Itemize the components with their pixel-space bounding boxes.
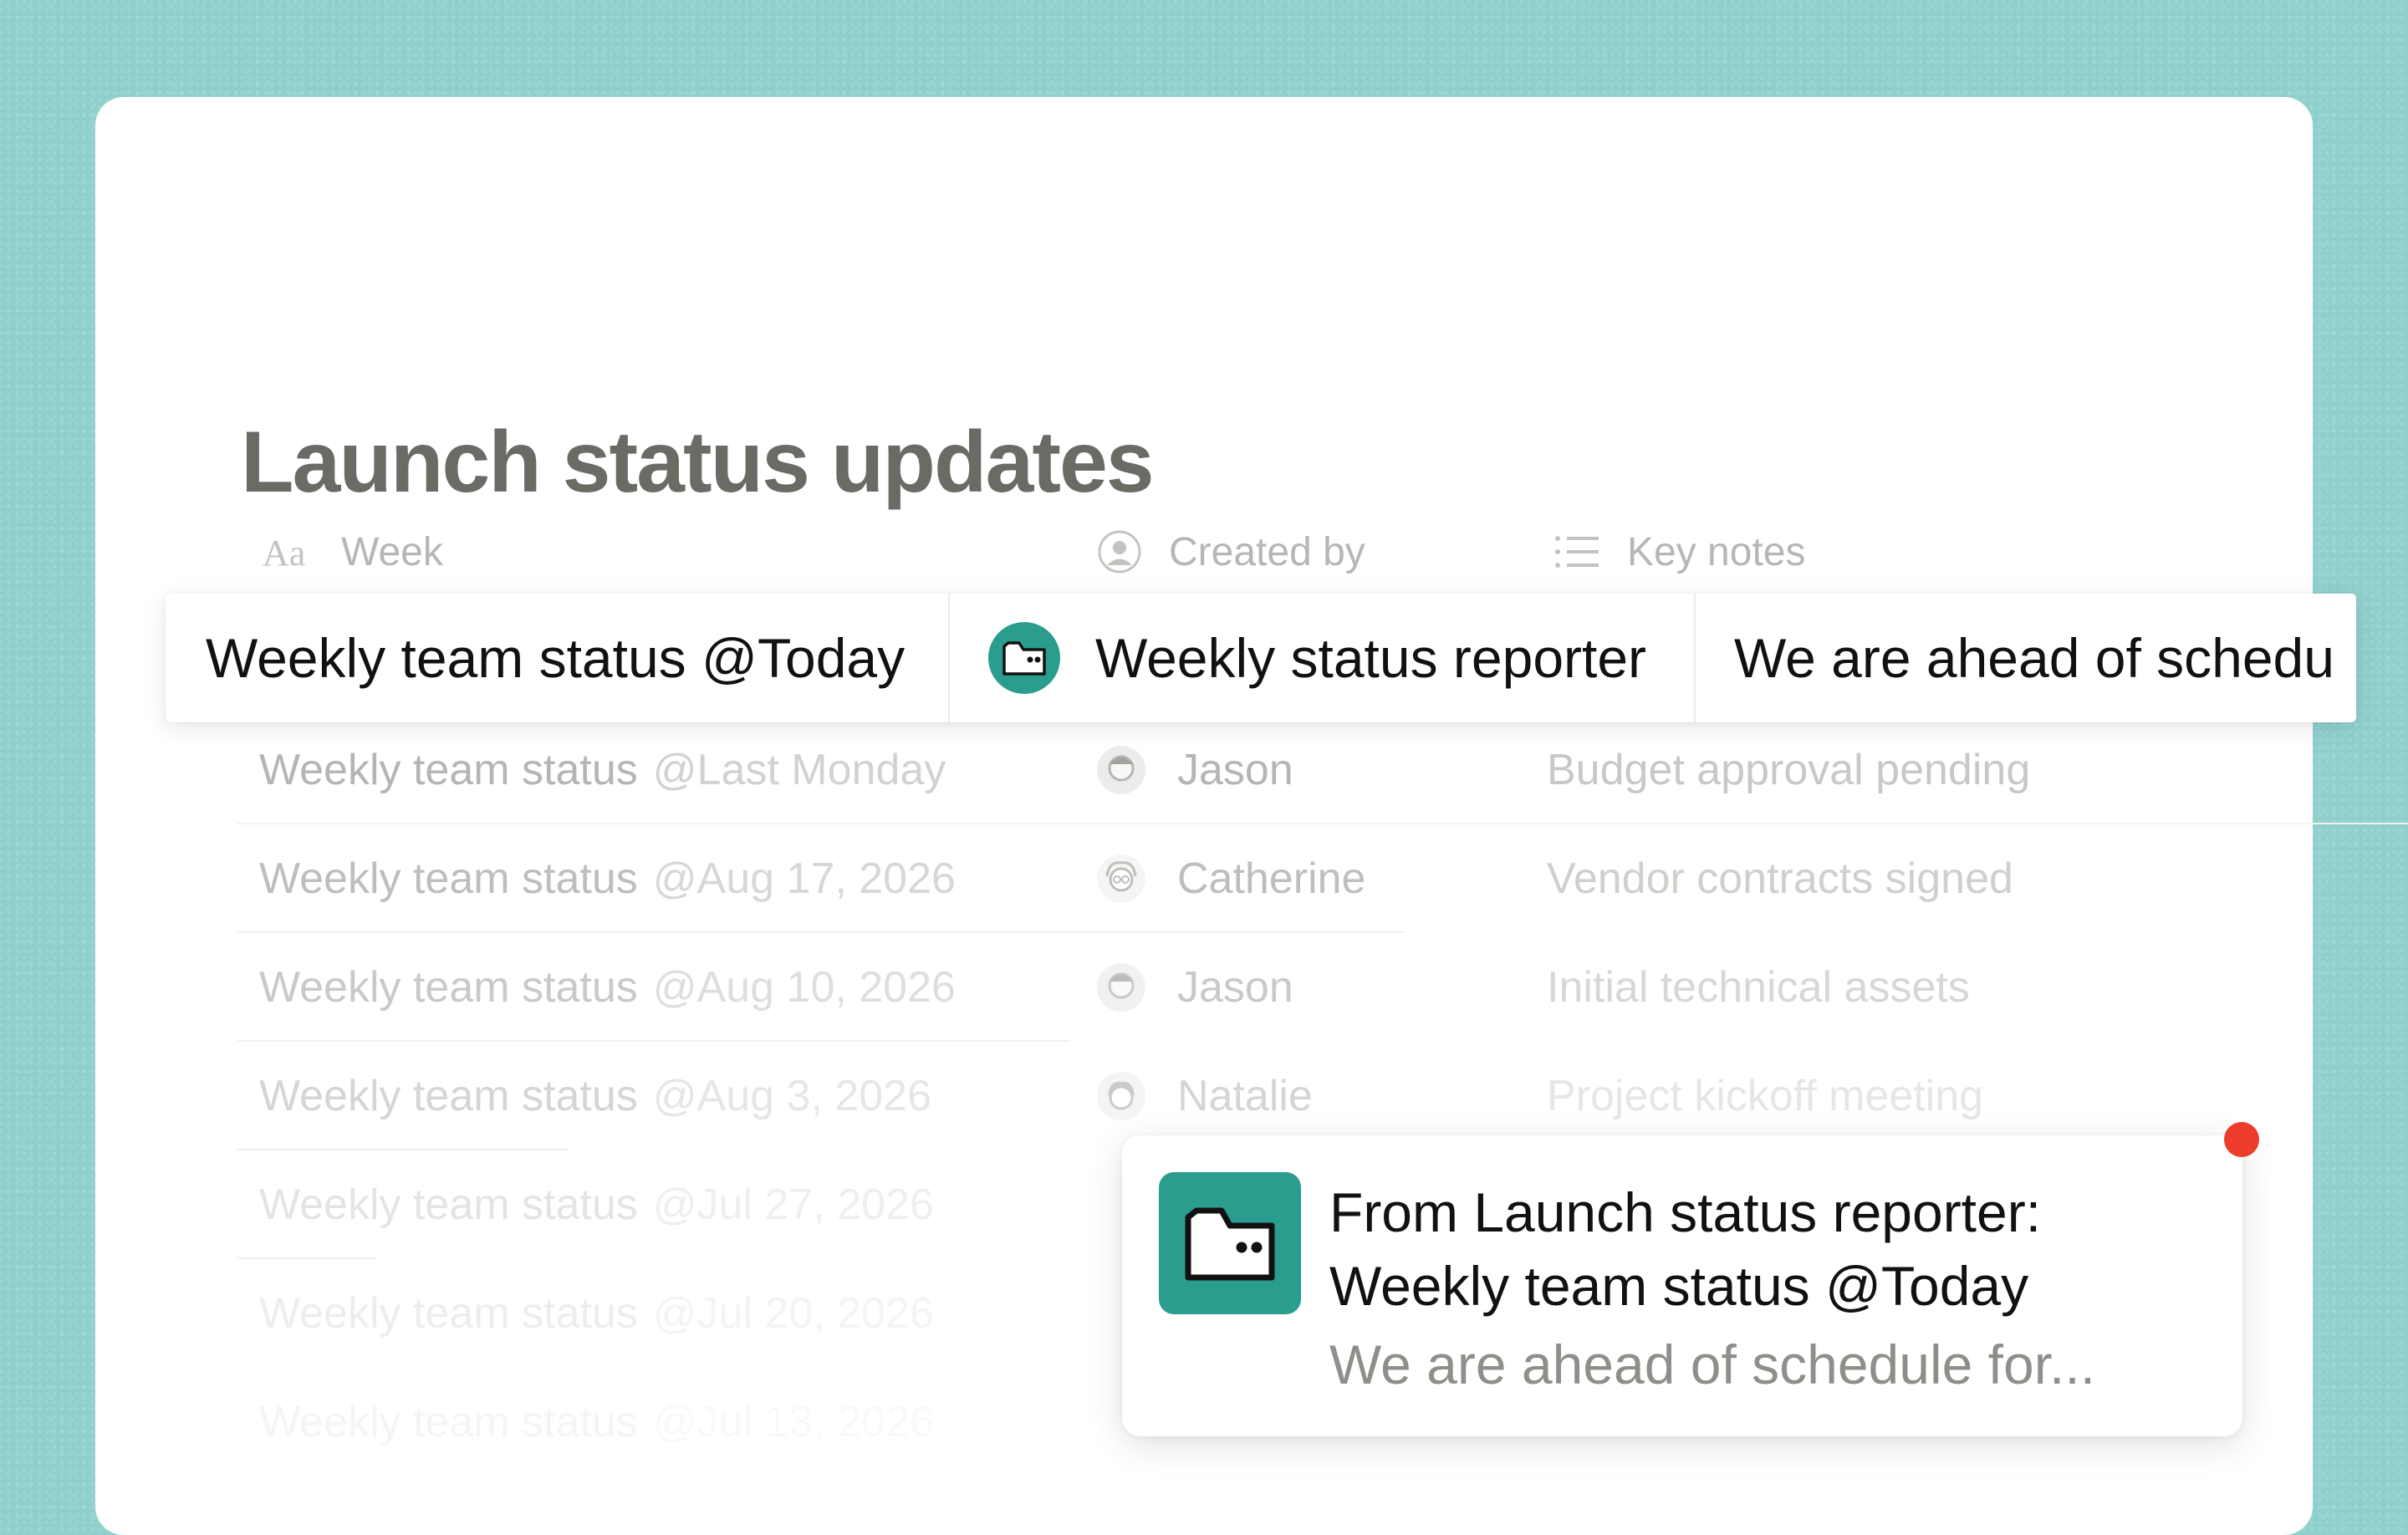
notification-source: From Launch status reporter:: [1329, 1181, 2042, 1243]
column-header-created-by[interactable]: Created by: [1097, 525, 1365, 579]
person-icon: [1098, 530, 1141, 574]
creator-name: Weekly status reporter: [1095, 627, 1647, 689]
date-mention[interactable]: @Aug 10, 2026: [653, 962, 956, 1012]
row-title: Weekly team status: [259, 1289, 638, 1338]
row-title: Weekly team status: [259, 1072, 638, 1120]
creator-name: Natalie: [1177, 1072, 1313, 1120]
column-header-label: Created by: [1169, 529, 1365, 574]
highlight-notes-cell[interactable]: We are ahead of schedu: [1734, 594, 2334, 722]
table-row[interactable]: Weekly team status @Aug 17, 2026 Catherin…: [0, 824, 2408, 933]
creator-name: Jason: [1177, 746, 1293, 794]
table-row[interactable]: Weekly team status @Aug 3, 2026 Natalie P…: [0, 1042, 2408, 1150]
key-notes-cell: Initial technical assets: [1547, 963, 1970, 1012]
key-notes-cell: Project kickoff meeting: [1547, 1072, 1984, 1120]
row-title: Weekly team status: [259, 1181, 638, 1229]
creator-name: Jason: [1177, 963, 1293, 1012]
unread-indicator: [2224, 1122, 2259, 1157]
list-icon: [1555, 536, 1599, 568]
column-header-week[interactable]: Aa Week: [263, 525, 443, 579]
date-mention[interactable]: @Jul 20, 2026: [653, 1288, 934, 1339]
column-header-key-notes[interactable]: Key notes: [1553, 525, 1805, 579]
row-title: Weekly team status: [259, 854, 638, 903]
highlighted-row[interactable]: Weekly team status @Today Weekly status …: [166, 594, 2356, 722]
avatar: [1097, 963, 1145, 1012]
date-mention[interactable]: @Jul 27, 2026: [653, 1180, 934, 1230]
key-notes-cell: Budget approval pending: [1547, 746, 2031, 794]
table-row[interactable]: Weekly team status @Aug 10, 2026 Jason In…: [0, 933, 2408, 1042]
date-mention[interactable]: @Jul 13, 2026: [653, 1397, 934, 1447]
column-header-label: Key notes: [1627, 529, 1806, 574]
page-title: Launch status updates: [241, 414, 1155, 511]
row-title: Weekly team status: [259, 746, 638, 794]
avatar: [1097, 854, 1145, 903]
date-mention[interactable]: @Aug 17, 2026: [653, 854, 956, 904]
notification-preview: We are ahead of schedule for...: [1329, 1334, 2096, 1395]
table-row[interactable]: Weekly team status @Last Monday Jason Bud…: [0, 716, 2408, 824]
highlight-week-cell[interactable]: Weekly team status @Today: [206, 594, 905, 722]
highlight-creator-cell[interactable]: Weekly status reporter: [988, 594, 1646, 722]
divider: [948, 594, 950, 722]
folder-bot-icon: [988, 622, 1060, 694]
column-header-label: Week: [341, 529, 443, 574]
creator-name: Catherine: [1177, 854, 1366, 903]
divider: [1694, 594, 1696, 722]
key-notes-cell: Vendor contracts signed: [1547, 854, 2013, 903]
date-mention[interactable]: @Aug 3, 2026: [653, 1071, 931, 1121]
avatar: [1097, 746, 1145, 794]
row-title: Weekly team status: [259, 963, 638, 1012]
notification-toast[interactable]: From Launch status reporter: Weekly team…: [1122, 1135, 2242, 1436]
svg-text:Aa: Aa: [263, 533, 305, 570]
text-type-icon: Aa: [263, 533, 305, 570]
row-title: Weekly team status: [259, 1398, 638, 1446]
folder-bot-icon: [1159, 1172, 1301, 1314]
avatar: [1097, 1072, 1145, 1120]
date-mention[interactable]: @Last Monday: [653, 745, 946, 795]
notification-title: Weekly team status @Today: [1329, 1255, 2029, 1317]
